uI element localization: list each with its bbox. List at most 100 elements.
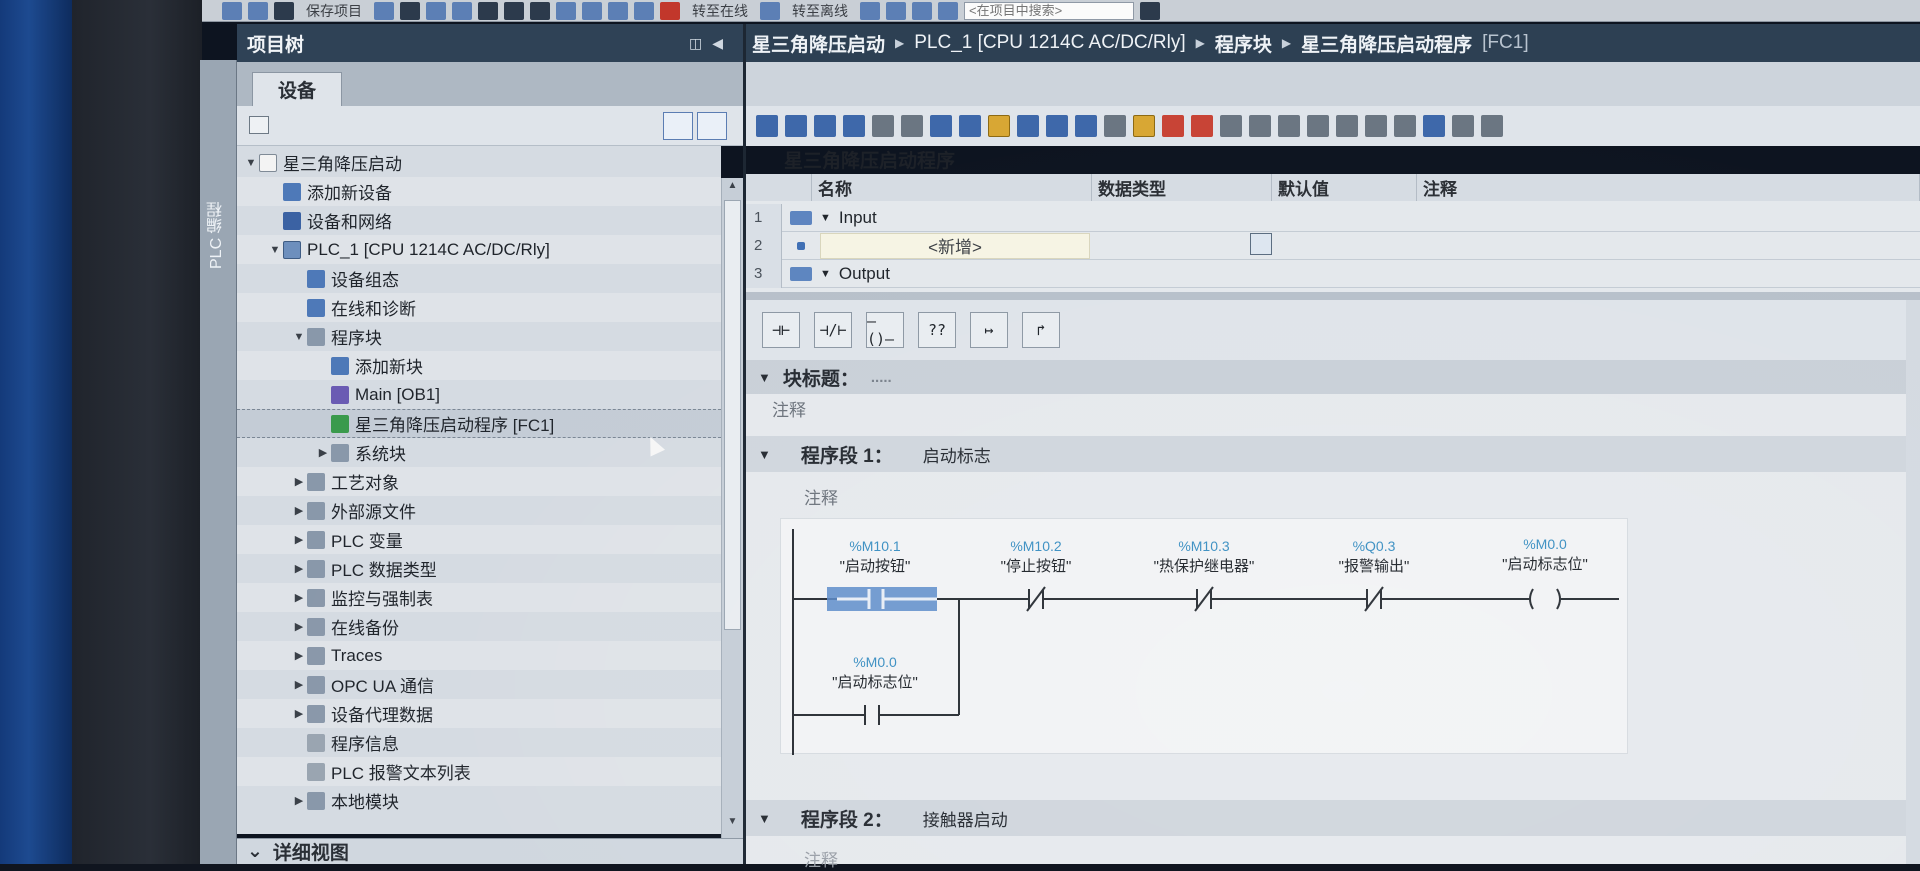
- redo-icon[interactable]: [530, 1, 550, 20]
- coil-m0-0[interactable]: [1529, 588, 1534, 610]
- insert-row-icon[interactable]: [814, 115, 836, 137]
- detail-view-header[interactable]: ⌄ 详细视图: [237, 838, 743, 864]
- chevron-right-icon[interactable]: ▶: [291, 504, 307, 517]
- interface-splitter[interactable]: [746, 292, 1920, 300]
- tag-info-icon[interactable]: [1075, 115, 1097, 137]
- contact-tag[interactable]: "报警输出": [1339, 558, 1410, 575]
- tree-item[interactable]: ▶ 设备代理数据: [237, 699, 721, 728]
- interface-row[interactable]: 2 <新增>: [746, 231, 1920, 260]
- tree-item[interactable]: ▼ 程序块: [237, 322, 721, 351]
- breadcrumb-plc[interactable]: PLC_1 [CPU 1214C AC/DC/Rly]: [914, 32, 1185, 54]
- tree-item[interactable]: 添加新块: [237, 351, 721, 380]
- chevron-down-icon[interactable]: ▼: [291, 331, 307, 343]
- contact-tag[interactable]: "启动按钮": [840, 558, 911, 575]
- contact-address[interactable]: %M10.2: [1010, 538, 1062, 554]
- close-branch-icon[interactable]: ↱: [1022, 312, 1060, 348]
- interface-name-cell[interactable]: Output: [839, 264, 1109, 284]
- tree-settings-icon[interactable]: [249, 116, 269, 134]
- grid-icon[interactable]: [1104, 115, 1126, 137]
- tree-item[interactable]: ▶ 监控与强制表: [237, 583, 721, 612]
- tree-item[interactable]: ▶ 在线备份: [237, 612, 721, 641]
- download-icon[interactable]: [582, 1, 602, 20]
- breadcrumb-block[interactable]: 星三角降压启动程序: [1301, 30, 1472, 57]
- zoom-out-icon[interactable]: [1046, 115, 1068, 137]
- tree-item[interactable]: PLC 报警文本列表: [237, 757, 721, 786]
- tree-scrollbar-thumb[interactable]: [724, 200, 741, 630]
- start-cpu-icon[interactable]: [886, 1, 906, 20]
- go-offline-button[interactable]: 转至离线: [792, 1, 848, 21]
- print-icon[interactable]: [374, 1, 394, 20]
- tree-item[interactable]: 程序信息: [237, 728, 721, 757]
- contact-tag[interactable]: "启动标志位": [832, 674, 918, 691]
- compile-icon[interactable]: [556, 1, 576, 20]
- upload-icon[interactable]: [608, 1, 628, 20]
- tree-item[interactable]: 添加新设备: [237, 177, 721, 206]
- chevron-down-icon[interactable]: ▼: [820, 268, 831, 280]
- interface-row[interactable]: 1 ▼ Input: [746, 203, 1920, 232]
- network-2-comment[interactable]: 注释: [804, 846, 838, 871]
- go-offline-icon[interactable]: [760, 1, 780, 20]
- editor-scrollbar[interactable]: [1906, 300, 1920, 864]
- search-icon[interactable]: [1140, 1, 1160, 20]
- assignment-list-icon[interactable]: [1365, 115, 1387, 137]
- coil-m0-0[interactable]: [1556, 588, 1561, 610]
- block-comment[interactable]: 注释: [772, 396, 806, 421]
- open-project-icon[interactable]: [248, 1, 268, 20]
- call-hierarchy-icon[interactable]: [1336, 115, 1358, 137]
- chevron-down-icon[interactable]: ▼: [243, 157, 259, 169]
- monitoring-icon[interactable]: [1220, 115, 1242, 137]
- chevron-down-icon[interactable]: ▼: [267, 244, 283, 256]
- watch-table-icon[interactable]: [1394, 115, 1416, 137]
- chevron-right-icon[interactable]: ▶: [315, 446, 331, 459]
- comments-toggle-icon[interactable]: [988, 115, 1010, 137]
- insert-network-icon[interactable]: [756, 115, 778, 137]
- delete-icon[interactable]: [478, 1, 498, 20]
- network-jump-icon[interactable]: [1307, 115, 1329, 137]
- datatype-picker-icon[interactable]: [1250, 233, 1272, 255]
- tree-item[interactable]: ▶ 外部源文件: [237, 496, 721, 525]
- tree-item[interactable]: 设备组态: [237, 264, 721, 293]
- copy-icon[interactable]: [426, 1, 446, 20]
- chevron-right-icon[interactable]: ▶: [291, 591, 307, 604]
- chevron-right-icon[interactable]: ▶: [291, 562, 307, 575]
- go-online-button[interactable]: 转至在线: [692, 1, 748, 21]
- network-1-header[interactable]: ▼ 程序段 1： 启动标志: [746, 436, 1920, 472]
- coil-icon[interactable]: –()–: [866, 312, 904, 348]
- chevron-right-icon[interactable]: ▶: [291, 475, 307, 488]
- tree-item[interactable]: Main [OB1]: [237, 380, 721, 409]
- network-2-header[interactable]: ▼ 程序段 2： 接触器启动: [746, 800, 1920, 836]
- network-2-title[interactable]: 接触器启动: [923, 806, 1008, 831]
- compare-icon[interactable]: [1278, 115, 1300, 137]
- cut-icon[interactable]: [400, 1, 420, 20]
- breadcrumb-project[interactable]: 星三角降压启动: [752, 30, 885, 57]
- tree-scrollbar[interactable]: ▲ ▼: [721, 178, 743, 838]
- open-branch-icon[interactable]: ↦: [970, 312, 1008, 348]
- absolute-operands-icon[interactable]: [872, 115, 894, 137]
- contact-tag[interactable]: "热保护继电器": [1154, 558, 1255, 575]
- chevron-down-icon[interactable]: ▼: [820, 212, 831, 224]
- delete-network-icon[interactable]: [785, 115, 807, 137]
- network-1-title[interactable]: 启动标志: [923, 442, 991, 467]
- save-project-button[interactable]: 保存项目: [306, 1, 362, 21]
- chevron-right-icon[interactable]: ▶: [291, 620, 307, 633]
- no-contact-icon[interactable]: ⊣⊢: [762, 312, 800, 348]
- accessible-devices-icon[interactable]: [860, 1, 880, 20]
- go-to-error-icon[interactable]: [1162, 115, 1184, 137]
- tree-item[interactable]: ▶ OPC UA 通信: [237, 670, 721, 699]
- go-online-icon[interactable]: [660, 1, 680, 20]
- chevron-right-icon[interactable]: ▶: [291, 678, 307, 691]
- empty-box-icon[interactable]: ??: [918, 312, 956, 348]
- close-all-networks-icon[interactable]: [959, 115, 981, 137]
- settings-icon[interactable]: [1452, 115, 1474, 137]
- tree-item[interactable]: 星三角降压启动程序 [FC1]: [237, 409, 721, 438]
- simulation-icon[interactable]: [634, 1, 654, 20]
- tree-item[interactable]: ▼ PLC_1 [CPU 1214C AC/DC/Rly]: [237, 235, 721, 264]
- tree-item[interactable]: ▶ 本地模块: [237, 786, 721, 815]
- tree-item[interactable]: ▶ Traces: [237, 641, 721, 670]
- go-to-next-error-icon[interactable]: [1191, 115, 1213, 137]
- save-icon[interactable]: [274, 1, 294, 20]
- chevron-right-icon[interactable]: ▶: [291, 794, 307, 807]
- network-1-comment[interactable]: 注释: [804, 484, 838, 509]
- snapshot-icon[interactable]: [1249, 115, 1271, 137]
- paste-icon[interactable]: [452, 1, 472, 20]
